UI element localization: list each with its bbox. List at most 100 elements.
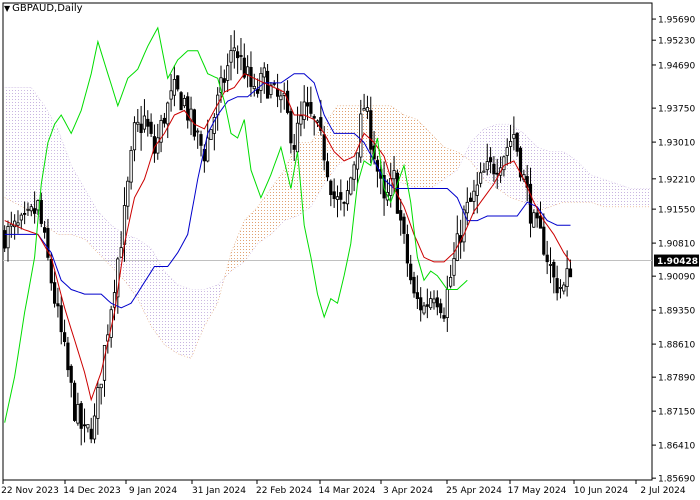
candle-body	[76, 403, 80, 424]
cloud-segment	[27, 87, 32, 212]
candle-body	[452, 258, 456, 276]
dropdown-triangle-icon[interactable]: ▼	[4, 4, 10, 13]
cloud-segment	[440, 143, 444, 182]
cloud-segment	[11, 87, 15, 203]
candle-body	[392, 170, 396, 180]
y-tick-label: 1.91550	[658, 206, 695, 216]
candle-body	[6, 226, 10, 249]
cloud-segment	[317, 128, 321, 196]
cloud-segment	[84, 188, 88, 243]
candle-body	[179, 92, 183, 111]
cloud-segment	[583, 167, 588, 203]
cloud-segment	[410, 117, 415, 188]
candle-body	[435, 297, 439, 308]
candle-body	[542, 226, 546, 255]
candle-body	[555, 278, 559, 294]
candle-body	[472, 190, 476, 202]
candle-body	[315, 120, 320, 123]
candle-body	[445, 289, 449, 319]
cloud-segment	[557, 151, 561, 205]
x-tick-label: 22 Feb 2024	[256, 486, 312, 496]
cloud-segment	[107, 221, 112, 267]
candle-body	[402, 216, 406, 234]
cloud-segment	[280, 170, 285, 225]
candle-body	[182, 98, 186, 107]
y-tick-label: 1.88610	[658, 341, 695, 351]
cloud-segment	[67, 156, 72, 235]
candle-body	[132, 122, 137, 151]
candle-body	[355, 152, 360, 170]
candle-body	[229, 50, 233, 63]
candle-body	[209, 129, 213, 141]
cloud-segment	[643, 188, 648, 207]
candle-body	[468, 197, 473, 202]
candle-body	[49, 258, 53, 284]
candle-body	[349, 177, 353, 195]
candle-body	[409, 263, 413, 281]
cloud-segment	[587, 171, 591, 203]
cloud-segment	[563, 151, 568, 203]
cloud-segment	[71, 165, 75, 236]
candle-body	[3, 230, 7, 249]
cloud-segment	[161, 265, 165, 345]
candle-body	[142, 115, 146, 130]
cloud-segment	[171, 277, 175, 352]
cloud-segment	[424, 126, 428, 189]
candle-body	[66, 342, 70, 371]
cloud-segment	[101, 214, 105, 260]
candle-body	[422, 305, 426, 314]
x-tick-label: 31 Jan 2024	[192, 486, 246, 496]
cloud-segment	[347, 105, 351, 159]
cloud-segment	[81, 182, 85, 239]
y-tick-label: 1.86410	[658, 442, 695, 452]
candle-body	[292, 144, 296, 150]
cloud-segment	[603, 179, 608, 207]
candle-body	[299, 115, 303, 125]
cloud-segment	[420, 123, 425, 189]
cloud-segment	[310, 137, 315, 207]
cloud-segment	[630, 188, 634, 207]
candle-body	[59, 305, 63, 333]
candle-body	[322, 134, 326, 161]
y-tick-label: 1.89350	[658, 307, 695, 317]
candle-body	[562, 284, 566, 292]
candle-body	[405, 234, 410, 264]
cloud-segment	[267, 188, 271, 237]
cloud-segment	[147, 245, 152, 327]
cloud-segment	[127, 235, 132, 290]
candle-body	[289, 111, 293, 144]
cloud-segment	[137, 238, 142, 306]
candle-body	[432, 298, 436, 304]
cloud-segment	[627, 187, 631, 207]
cloud-segment	[430, 133, 435, 189]
candle-body	[199, 134, 203, 146]
candle-body	[325, 161, 330, 178]
cloud-segment	[250, 210, 255, 253]
candle-body	[552, 261, 556, 278]
y-tick-label: 1.93750	[658, 105, 695, 115]
cloud-segment	[111, 225, 115, 270]
y-tick-label: 1.90090	[658, 273, 695, 283]
candle-body	[16, 222, 20, 226]
candle-body	[548, 263, 553, 266]
cloud-segment	[577, 160, 581, 203]
candle-body	[126, 180, 130, 207]
cloud-segment	[97, 211, 102, 257]
candle-body	[79, 403, 83, 429]
candle-body	[339, 192, 343, 200]
candle-body	[565, 268, 569, 288]
candle-body	[89, 428, 93, 440]
cloud-segment	[414, 118, 418, 189]
symbol-header[interactable]: ▼ GBPAUD,Daily	[4, 3, 83, 14]
candle-body	[538, 215, 543, 229]
candle-body	[22, 212, 27, 215]
cloud-segment	[104, 218, 108, 264]
x-tick-label: 14 Mar 2024	[318, 486, 375, 496]
candle-body	[412, 276, 416, 294]
candle-body	[369, 110, 373, 150]
x-tick-label: 10 Jun 2024	[574, 486, 628, 496]
cloud-segment	[51, 117, 55, 233]
candle-body	[222, 78, 226, 83]
y-tick-label: 1.87150	[658, 408, 695, 418]
candle-body	[465, 201, 469, 214]
